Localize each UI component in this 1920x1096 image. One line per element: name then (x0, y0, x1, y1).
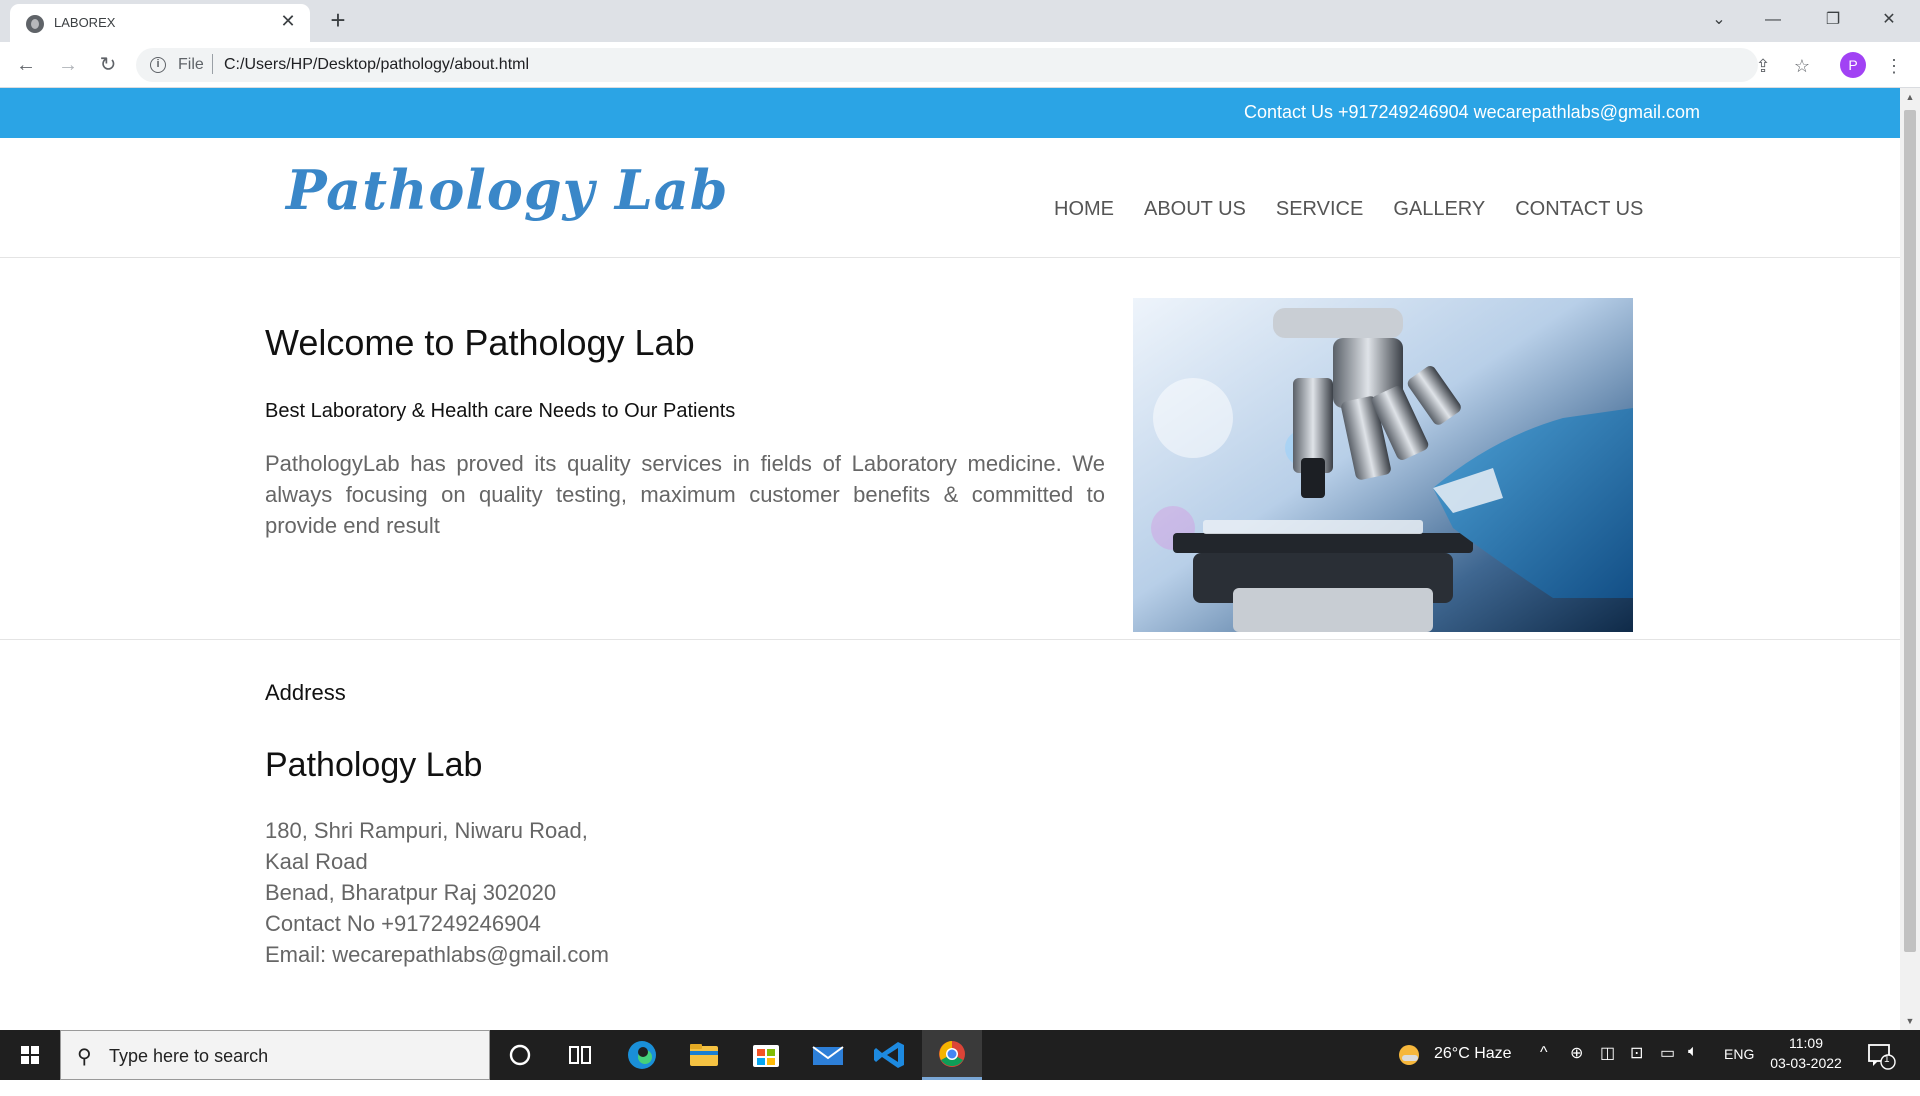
tray-chevron-icon[interactable]: ^ (1540, 1044, 1548, 1094)
nav-service[interactable]: SERVICE (1276, 198, 1363, 221)
nav-about-us[interactable]: ABOUT US (1144, 198, 1246, 221)
browser-tab-strip: LABOREX ✕ + ⌄ — ❐ ✕ (0, 0, 1920, 42)
security-icon[interactable]: ⊡ (1630, 1043, 1643, 1093)
clock-date: 03-03-2022 (1770, 1055, 1842, 1071)
file-explorer-icon[interactable] (674, 1030, 734, 1080)
network-globe-icon[interactable]: ⊕ (1570, 1043, 1583, 1093)
nav-contact-us[interactable]: CONTACT US (1515, 198, 1643, 221)
back-button[interactable]: ← (12, 51, 40, 79)
scrollbar-thumb[interactable] (1904, 110, 1916, 952)
site-header: Pathology Lab HOME ABOUT US SERVICE GALL… (0, 138, 1900, 258)
welcome-section: Welcome to Pathology Lab Best Laboratory… (0, 258, 1900, 640)
search-placeholder: Type here to search (109, 1046, 269, 1066)
page-scrollbar[interactable]: ▲ ▼ (1900, 88, 1920, 1030)
microscope-image (1133, 298, 1633, 632)
edge-browser-icon[interactable] (612, 1030, 672, 1080)
welcome-title: Welcome to Pathology Lab (265, 322, 695, 363)
language-indicator[interactable]: ENG (1724, 1046, 1754, 1096)
address-line: 180, Shri Rampuri, Niwaru Road, (265, 818, 588, 843)
url-text[interactable]: C:/Users/HP/Desktop/pathology/about.html (224, 56, 529, 74)
address-name: Pathology Lab (265, 746, 483, 784)
contact-info: Contact Us +917249246904 wecarepathlabs@… (1243, 102, 1700, 122)
minimize-button[interactable]: — (1750, 2, 1796, 38)
new-tab-button[interactable]: + (324, 6, 352, 34)
scroll-up-icon[interactable]: ▲ (1900, 88, 1920, 106)
task-view-icon[interactable] (550, 1030, 610, 1080)
tab-title: LABOREX (54, 15, 116, 30)
profile-avatar[interactable]: P (1840, 52, 1866, 78)
volume-icon[interactable]: 🔈︎ (1688, 1043, 1698, 1093)
address-contact: Contact No +917249246904 (265, 911, 541, 936)
vscode-icon[interactable] (860, 1030, 920, 1080)
windows-taskbar: ⚲ Type here to search 26°C Haze ^ ⊕ ◫ ⊡ … (0, 1030, 1920, 1080)
address-line: Kaal Road (265, 849, 368, 874)
browser-tab[interactable]: LABOREX ✕ (10, 4, 310, 42)
meet-now-icon[interactable]: ◫ (1600, 1043, 1615, 1093)
notification-count: 1 (1884, 1054, 1890, 1065)
menu-kebab-icon[interactable]: ⋮ (1883, 55, 1905, 77)
url-separator (212, 54, 213, 74)
clock-time: 11:09 (1789, 1035, 1823, 1051)
microscope-illustration (1133, 298, 1633, 632)
battery-icon[interactable]: ▭ (1660, 1043, 1675, 1093)
page-viewport: Contact Us +917249246904 wecarepathlabs@… (0, 88, 1900, 1030)
chrome-icon[interactable] (922, 1030, 982, 1080)
welcome-tagline: Best Laboratory & Health care Needs to O… (265, 400, 736, 422)
share-icon[interactable]: ⇪ (1752, 55, 1774, 77)
cortana-icon[interactable] (490, 1030, 550, 1080)
address-line: Benad, Bharatpur Raj 302020 (265, 880, 557, 905)
notification-center-icon[interactable]: 1 (1866, 1042, 1896, 1092)
contact-strip: Contact Us +917249246904 wecarepathlabs@… (0, 88, 1900, 138)
clock[interactable]: 11:09 03-03-2022 (1770, 1035, 1842, 1085)
site-logo[interactable]: Pathology Lab (286, 158, 729, 222)
scroll-down-icon[interactable]: ▼ (1900, 1012, 1920, 1030)
reload-button[interactable]: ↻ (94, 51, 122, 79)
search-icon: ⚲ (77, 1046, 92, 1068)
address-section: Address Pathology Lab 180, Shri Rampuri,… (0, 640, 1900, 1030)
globe-icon (26, 15, 44, 33)
windows-logo-icon (21, 1046, 39, 1064)
welcome-description: PathologyLab has proved its quality serv… (265, 451, 1105, 538)
address-lines: 180, Shri Rampuri, Niwaru Road, Kaal Roa… (265, 815, 609, 970)
forward-button[interactable]: → (54, 51, 82, 79)
nav-gallery[interactable]: GALLERY (1393, 198, 1485, 221)
restore-button[interactable]: ❐ (1810, 2, 1856, 38)
url-scheme: File (178, 56, 204, 73)
tab-search-icon[interactable]: ⌄ (1696, 2, 1742, 38)
main-nav: HOME ABOUT US SERVICE GALLERY CONTACT US (1054, 198, 1643, 221)
address-email: Email: wecarepathlabs@gmail.com (265, 942, 609, 967)
taskbar-search-box[interactable]: ⚲ Type here to search (60, 1030, 490, 1080)
weather-icon[interactable] (1396, 1042, 1422, 1092)
close-tab-icon[interactable]: ✕ (278, 11, 298, 31)
microsoft-store-icon[interactable] (736, 1030, 796, 1080)
bookmark-star-icon[interactable]: ☆ (1791, 55, 1813, 77)
address-bar[interactable]: i File C:/Users/HP/Desktop/pathology/abo… (136, 48, 1758, 82)
weather-text[interactable]: 26°C Haze (1434, 1045, 1512, 1095)
address-label: Address (265, 680, 346, 705)
browser-toolbar: ← → ↻ i File C:/Users/HP/Desktop/patholo… (0, 42, 1920, 88)
nav-home[interactable]: HOME (1054, 198, 1114, 221)
start-button[interactable] (0, 1030, 60, 1080)
mail-icon[interactable] (798, 1030, 858, 1080)
close-window-button[interactable]: ✕ (1866, 2, 1912, 38)
info-icon[interactable]: i (150, 57, 166, 73)
